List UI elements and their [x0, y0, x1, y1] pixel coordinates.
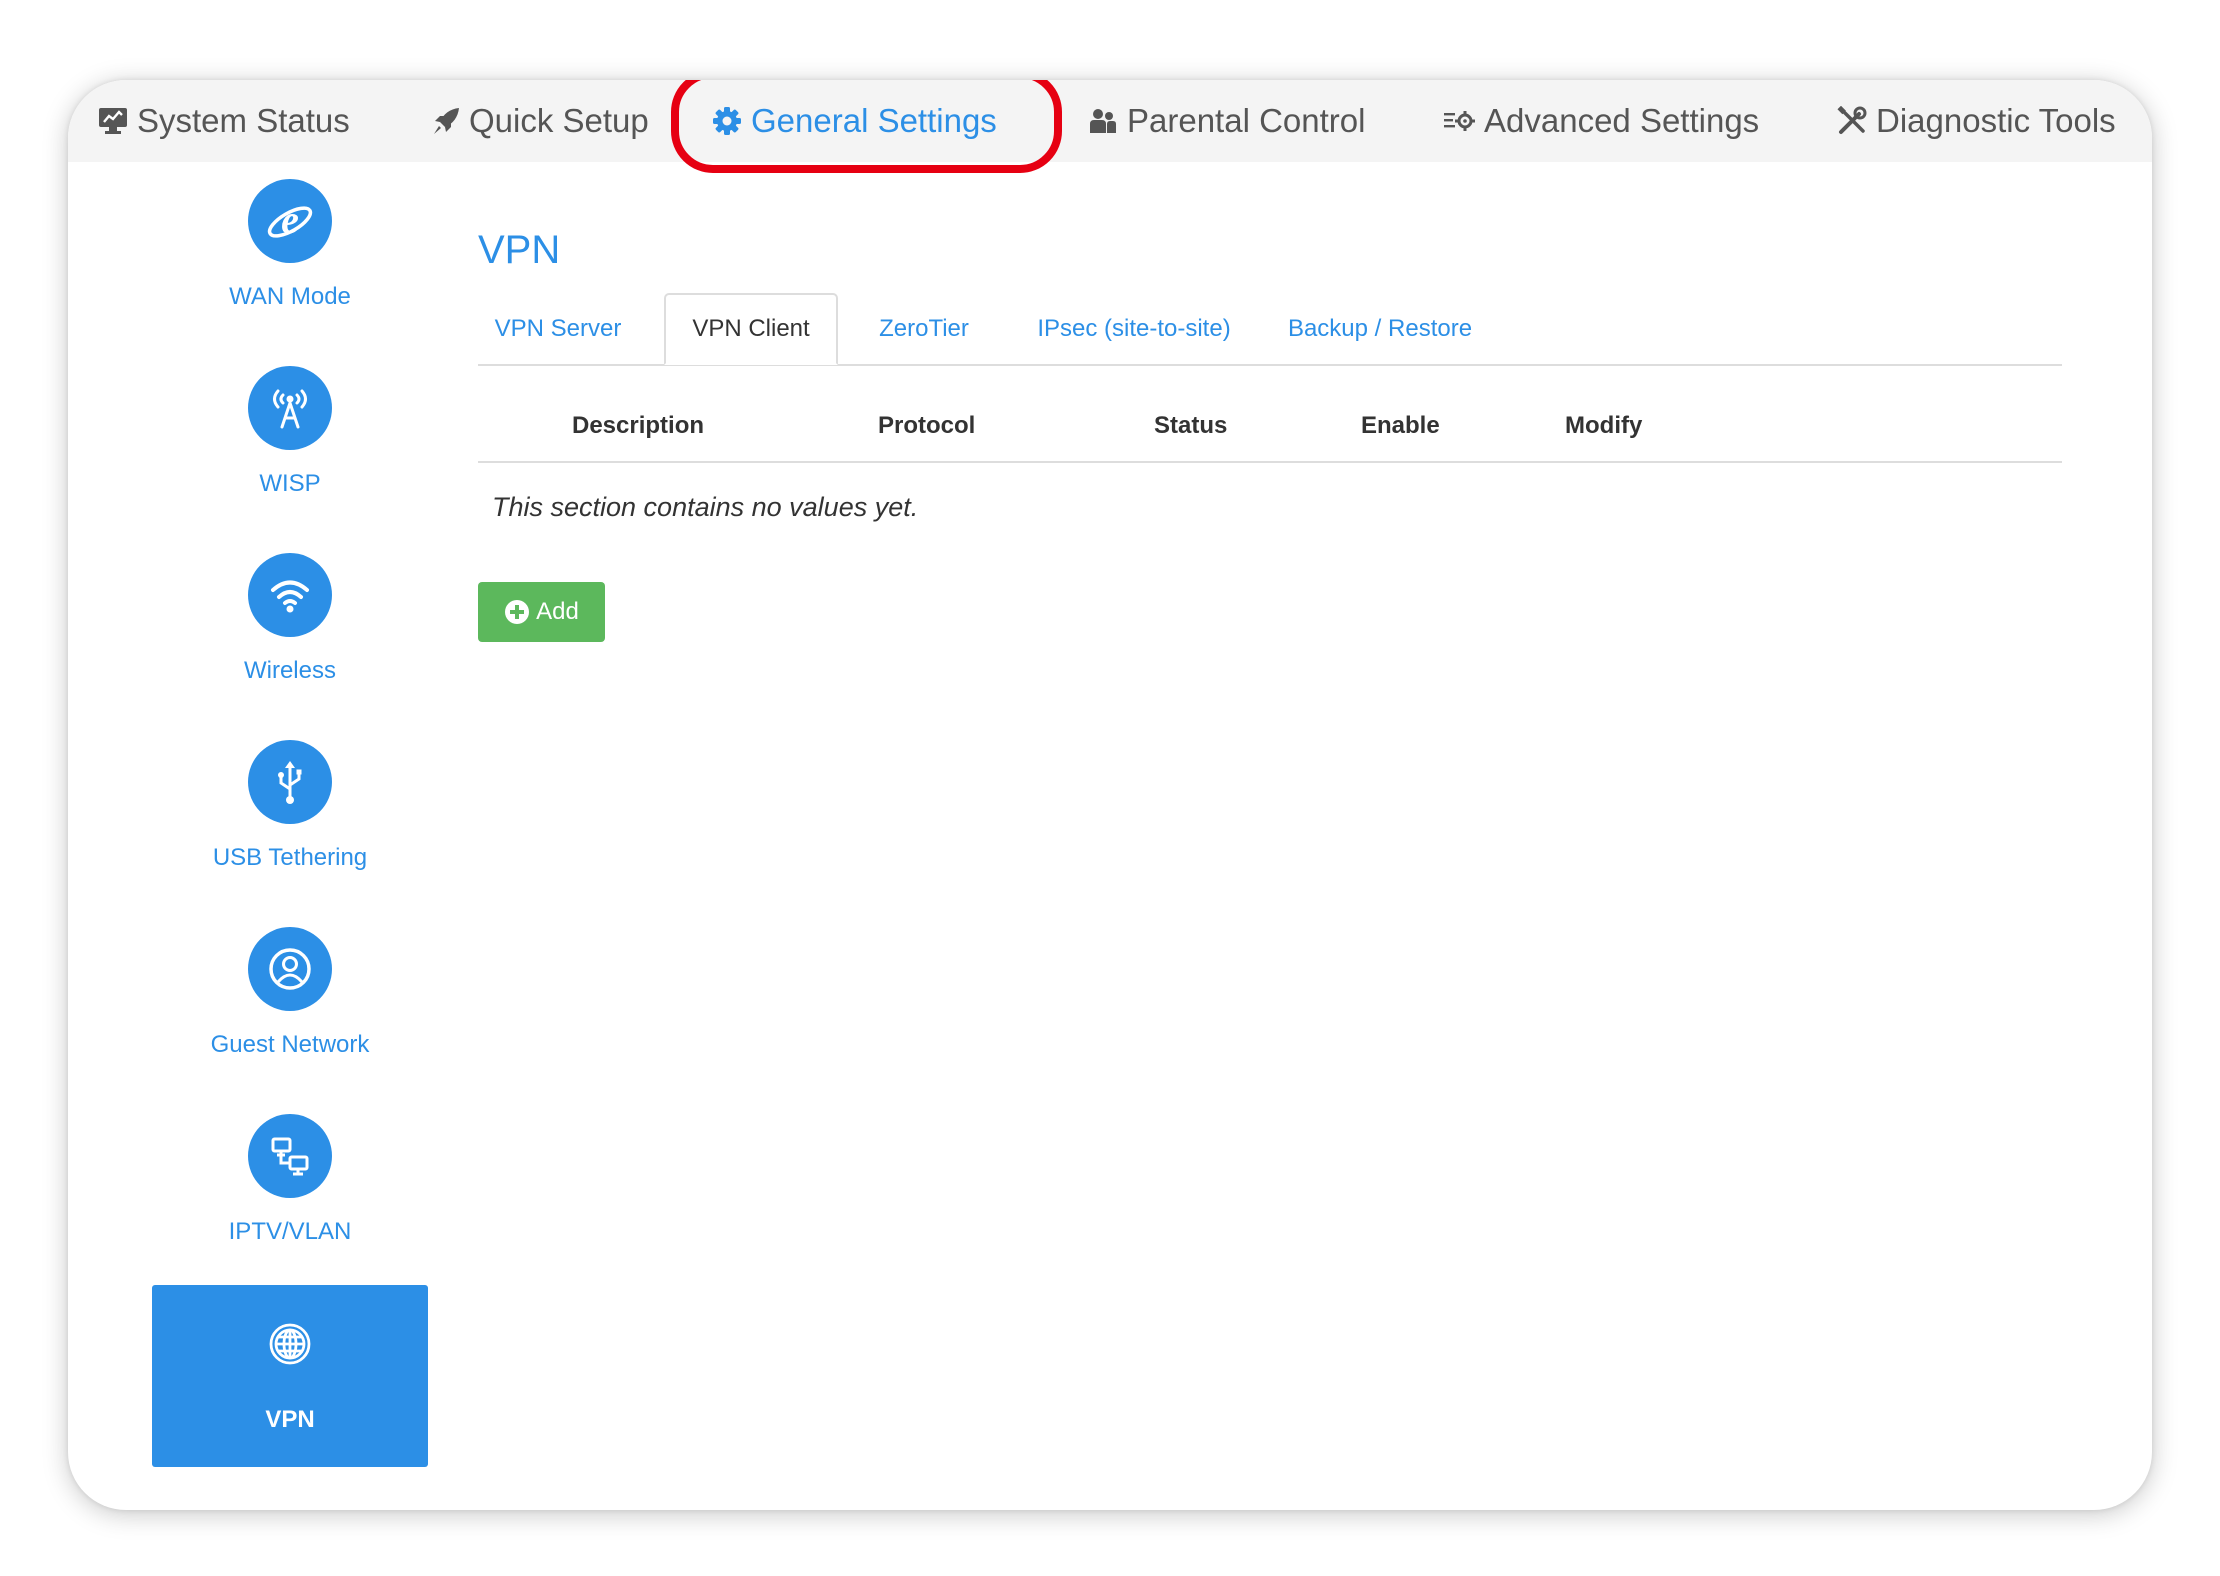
globe-icon	[248, 1302, 332, 1386]
nav-diagnostic-tools[interactable]: Diagnostic Tools	[1837, 80, 2116, 162]
rocket-icon	[432, 107, 460, 135]
monitor-icon	[98, 107, 128, 135]
tab-vpn-client[interactable]: VPN Client	[664, 293, 838, 365]
router-admin-window: System Status Quick Setup General Settin…	[68, 80, 2152, 1510]
nav-system-status[interactable]: System Status	[98, 80, 350, 162]
network-icon	[248, 1114, 332, 1198]
sidebar-item-label: VPN	[265, 1406, 315, 1433]
sidebar-item-vpn[interactable]: VPN	[152, 1285, 428, 1467]
gear-icon	[712, 106, 742, 136]
nav-label: System Status	[137, 102, 350, 139]
sidebar-item-wisp[interactable]: WISP	[152, 349, 428, 531]
sidebar: e WAN Mode WISP Wireless USB Tethering G…	[152, 162, 428, 1510]
nav-parental-control[interactable]: Parental Control	[1088, 80, 1365, 162]
sidebar-item-label: IPTV/VLAN	[228, 1218, 352, 1245]
add-button-label: Add	[536, 598, 579, 625]
nav-general-settings[interactable]: General Settings	[712, 80, 997, 162]
plus-circle-icon	[504, 599, 530, 625]
sidebar-item-iptv-vlan[interactable]: IPTV/VLAN	[152, 1097, 428, 1279]
tools-icon	[1837, 106, 1867, 136]
sidebar-item-label: WISP	[259, 470, 321, 497]
users-icon	[1088, 107, 1118, 135]
column-header-modify: Modify	[1565, 412, 1643, 439]
nav-quick-setup[interactable]: Quick Setup	[432, 80, 649, 162]
internet-explorer-icon: e	[248, 179, 332, 263]
table-header-divider	[478, 461, 2062, 463]
sidebar-item-label: Wireless	[243, 657, 336, 684]
page-title: VPN	[478, 228, 561, 272]
sidebar-item-usb-tethering[interactable]: USB Tethering	[152, 723, 428, 905]
usb-icon	[248, 740, 332, 824]
guest-user-icon	[248, 927, 332, 1011]
sidebar-item-guest-network[interactable]: Guest Network	[152, 910, 428, 1092]
empty-table-message: This section contains no values yet.	[492, 492, 919, 522]
svg-text:e: e	[281, 197, 299, 242]
settings-list-icon	[1443, 108, 1475, 134]
column-header-protocol: Protocol	[878, 412, 976, 439]
tab-backup-restore[interactable]: Backup / Restore	[1270, 293, 1490, 365]
nav-label: Diagnostic Tools	[1876, 102, 2116, 139]
antenna-icon	[248, 366, 332, 450]
column-header-status: Status	[1154, 412, 1228, 439]
nav-advanced-settings[interactable]: Advanced Settings	[1443, 80, 1759, 162]
sidebar-item-label: WAN Mode	[229, 283, 351, 310]
column-header-enable: Enable	[1361, 412, 1440, 439]
tab-zerotier[interactable]: ZeroTier	[854, 293, 994, 365]
sidebar-item-label: USB Tethering	[212, 844, 368, 871]
wifi-icon	[248, 553, 332, 637]
nav-label: General Settings	[751, 102, 997, 139]
top-navigation: System Status Quick Setup General Settin…	[68, 80, 2152, 173]
nav-label: Parental Control	[1127, 102, 1366, 139]
nav-label: Advanced Settings	[1484, 102, 1760, 139]
tab-vpn-server[interactable]: VPN Server	[478, 293, 638, 365]
sidebar-item-label: Guest Network	[210, 1031, 370, 1058]
tab-ipsec[interactable]: IPsec (site-to-site)	[1014, 293, 1254, 365]
sidebar-item-wireless[interactable]: Wireless	[152, 536, 428, 718]
nav-label: Quick Setup	[469, 102, 649, 139]
column-header-description: Description	[572, 412, 705, 439]
add-button[interactable]: Add	[478, 582, 605, 642]
sidebar-item-wan-mode[interactable]: e WAN Mode	[152, 162, 428, 344]
